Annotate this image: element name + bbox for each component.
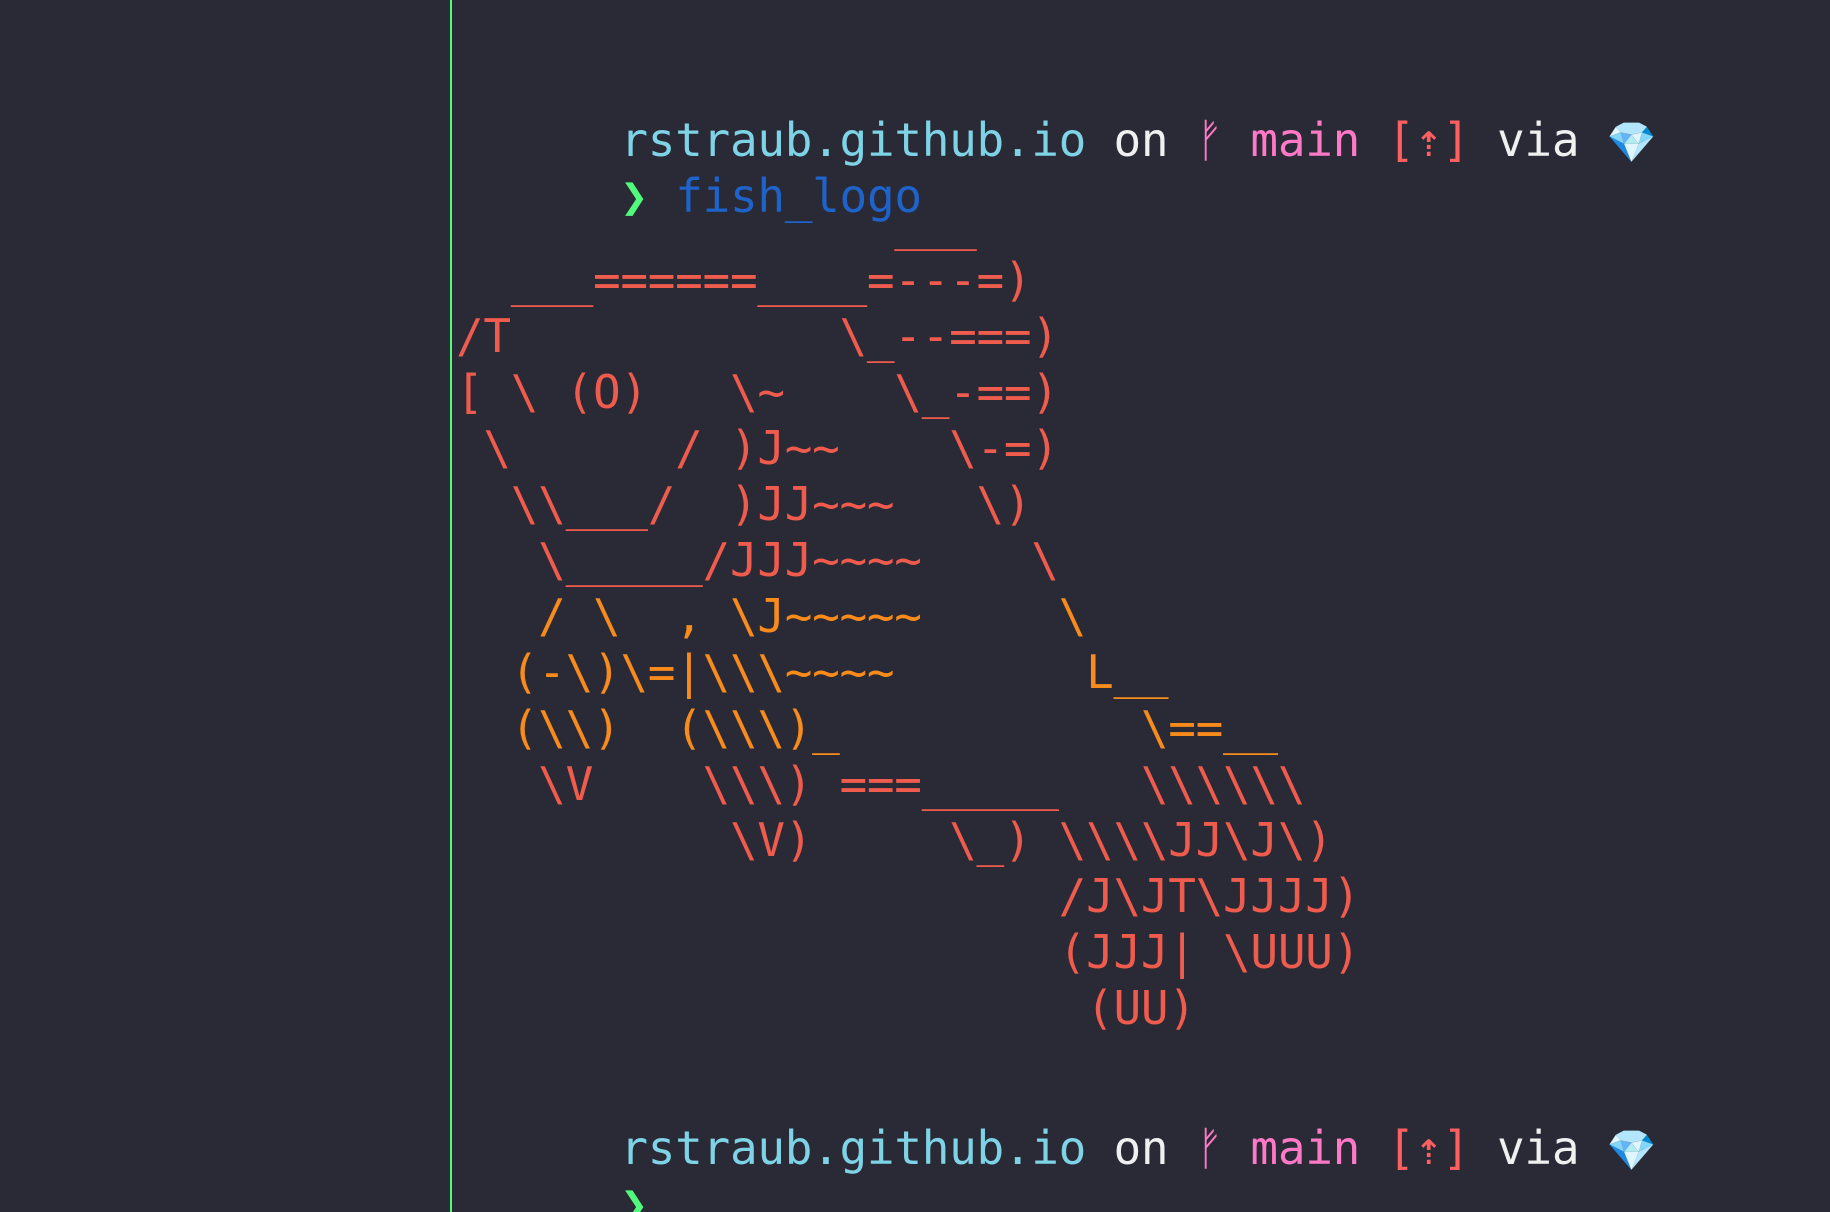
fish-logo-line: ___======____=---=) bbox=[456, 253, 1032, 307]
fish-logo-line: ___ bbox=[456, 197, 977, 251]
current-directory: rstraub.github.io bbox=[620, 1121, 1087, 1175]
fish-logo-line: [ \ (O) \~ \_-==) bbox=[456, 365, 1059, 419]
git-branch-icon: ᚠ bbox=[1195, 1121, 1224, 1175]
fish-logo-line: /T \_--===) bbox=[456, 309, 1059, 363]
fish-logo-line: / \ , \J~~~~~ \ bbox=[456, 589, 1087, 643]
on-label: on bbox=[1113, 113, 1169, 167]
prompt-line-1: rstraub.github.io on ᚠ main [⇡] via 💎 bbox=[456, 56, 1656, 167]
git-status-open: [ bbox=[1387, 113, 1415, 167]
git-status-close: ] bbox=[1442, 1121, 1470, 1175]
git-status-open: [ bbox=[1387, 1121, 1415, 1175]
input-line[interactable]: ❯ bbox=[456, 1120, 675, 1212]
via-label: via bbox=[1497, 1121, 1580, 1175]
git-branch-name: main bbox=[1250, 1121, 1360, 1175]
command-line: ❯ fish_logo bbox=[456, 112, 922, 223]
fish-logo-line: (UU) bbox=[456, 981, 1196, 1035]
git-branch-name: main bbox=[1250, 113, 1360, 167]
fish-logo-line: \_____/JJJ~~~~ \ bbox=[456, 533, 1059, 587]
git-status: [⇡] bbox=[1387, 113, 1470, 167]
git-ahead-icon: ⇡ bbox=[1414, 113, 1443, 167]
fish-logo-line: \\___/ )JJ~~~ \) bbox=[456, 477, 1032, 531]
prompt-chevron-icon: ❯ bbox=[620, 1177, 648, 1212]
git-ahead-icon: ⇡ bbox=[1414, 1121, 1443, 1175]
fish-logo-line: (\\) (\\\)_ \==__ bbox=[456, 701, 1278, 755]
git-branch-icon: ᚠ bbox=[1195, 113, 1224, 167]
fish-logo-ascii-art: ___ ___======____=---=)/T \_--===)[ \ (O… bbox=[456, 196, 1360, 1036]
fish-logo-line: (-\)\=|\\\~~~~ L__ bbox=[456, 645, 1169, 699]
git-status-close: ] bbox=[1442, 113, 1470, 167]
on-label: on bbox=[1113, 1121, 1169, 1175]
ruby-gem-icon: 💎 bbox=[1606, 1128, 1657, 1174]
via-label: via bbox=[1497, 113, 1580, 167]
fish-logo-line: (JJJ| \UUU) bbox=[456, 925, 1361, 979]
fish-logo-line: \V) \_) \\\\JJ\J\) bbox=[456, 813, 1333, 867]
git-status: [⇡] bbox=[1387, 1121, 1470, 1175]
ruby-gem-icon: 💎 bbox=[1606, 120, 1657, 166]
terminal-content[interactable]: rstraub.github.io on ᚠ main [⇡] via 💎 ❯ … bbox=[456, 0, 1816, 1212]
fish-logo-line: \V \\\) ===_____ \\\\\\ bbox=[456, 757, 1306, 811]
fish-logo-line: /J\JT\JJJJ) bbox=[456, 869, 1361, 923]
terminal-left-border bbox=[450, 0, 452, 1212]
prompt-line-2: rstraub.github.io on ᚠ main [⇡] via 💎 bbox=[456, 1064, 1656, 1175]
fish-logo-line: \ / )J~~ \-=) bbox=[456, 421, 1059, 475]
terminal-window: rstraub.github.io on ᚠ main [⇡] via 💎 ❯ … bbox=[0, 0, 1830, 1212]
